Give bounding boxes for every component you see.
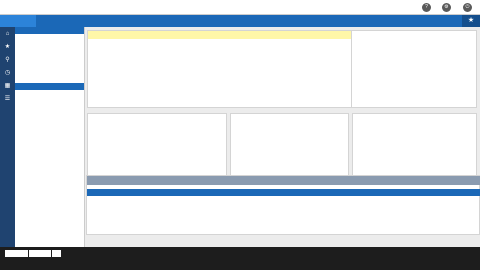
sidebar-view-11[interactable] bbox=[15, 175, 84, 183]
sidebar-view-0[interactable] bbox=[15, 90, 84, 98]
main-nav: ★ bbox=[0, 15, 480, 27]
main-content bbox=[86, 27, 480, 247]
sidebar-action-5[interactable] bbox=[15, 72, 84, 80]
tab-edit[interactable] bbox=[0, 15, 36, 27]
footer-bar bbox=[0, 247, 480, 270]
sidebar-view-3[interactable] bbox=[15, 113, 84, 121]
sidebar bbox=[15, 27, 85, 247]
sidebar-view-4[interactable] bbox=[15, 121, 84, 129]
icon-rail: ⌂ ★ ⚲ ◷ ▦ ☰ bbox=[0, 27, 15, 247]
sidebar-view-15[interactable] bbox=[15, 205, 84, 213]
sidebar-action-2[interactable] bbox=[15, 49, 84, 57]
footer-go-button[interactable] bbox=[52, 250, 61, 257]
top-bar: ? ⚙ ⏻ bbox=[0, 0, 480, 15]
tab-browse[interactable] bbox=[108, 15, 144, 27]
changes-header bbox=[87, 176, 480, 185]
star-icon[interactable]: ★ bbox=[4, 43, 12, 51]
footer-search-input[interactable] bbox=[5, 250, 28, 257]
favorite-star-icon[interactable]: ★ bbox=[462, 15, 480, 27]
sidebar-view-7[interactable] bbox=[15, 144, 84, 152]
sidebar-view-14[interactable] bbox=[15, 198, 84, 206]
tab-search[interactable] bbox=[72, 15, 108, 27]
sidebar-action-4[interactable] bbox=[15, 65, 84, 73]
search-icon[interactable]: ⚲ bbox=[4, 56, 12, 64]
sidebar-actions-header bbox=[15, 27, 84, 34]
changes-table-header bbox=[87, 189, 480, 196]
clock-icon[interactable]: ◷ bbox=[4, 69, 12, 77]
sidebar-action-1[interactable] bbox=[15, 42, 84, 50]
footer-search-button[interactable] bbox=[29, 250, 51, 257]
sidebar-view-9[interactable] bbox=[15, 159, 84, 167]
sidebar-view-5[interactable] bbox=[15, 129, 84, 137]
tab-new[interactable] bbox=[36, 15, 72, 27]
home-icon[interactable]: ⌂ bbox=[4, 30, 12, 38]
status-card bbox=[351, 30, 477, 108]
changes-section bbox=[86, 175, 480, 235]
sidebar-view-6[interactable] bbox=[15, 136, 84, 144]
sidebar-views-header bbox=[15, 83, 84, 91]
sidebar-view-1[interactable] bbox=[15, 98, 84, 106]
work-order-card bbox=[87, 30, 373, 108]
sidebar-action-0[interactable] bbox=[15, 34, 84, 42]
sidebar-view-2[interactable] bbox=[15, 106, 84, 114]
work-order-header bbox=[88, 31, 373, 39]
chart-icon[interactable]: ▦ bbox=[4, 82, 12, 90]
sidebar-view-10[interactable] bbox=[15, 167, 84, 175]
sidebar-view-13[interactable] bbox=[15, 190, 84, 198]
gear-icon[interactable]: ⚙ bbox=[442, 3, 451, 12]
sidebar-view-12[interactable] bbox=[15, 182, 84, 190]
sidebar-action-3[interactable] bbox=[15, 57, 84, 65]
list-icon[interactable]: ☰ bbox=[4, 95, 12, 103]
sidebar-view-8[interactable] bbox=[15, 152, 84, 160]
help-icon[interactable]: ? bbox=[422, 3, 431, 12]
power-icon[interactable]: ⏻ bbox=[463, 3, 472, 12]
